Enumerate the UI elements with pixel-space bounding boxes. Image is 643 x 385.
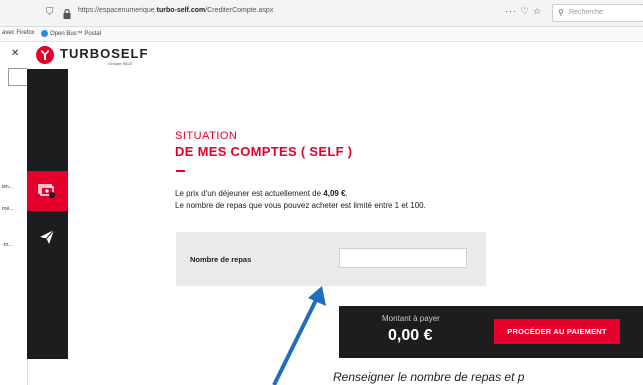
page-title-line2: DE MES COMPTES ( SELF ): [175, 144, 353, 159]
turboself-logo-icon[interactable]: [36, 46, 54, 64]
annotation-arrow: [272, 286, 326, 385]
proceed-payment-button[interactable]: PROCÉDER AU PAIEMENT: [494, 319, 620, 344]
meals-input[interactable]: [339, 248, 467, 268]
sidebar: [27, 69, 68, 359]
url-path: /CrediterCompte.aspx: [205, 7, 274, 14]
shield-icon[interactable]: ⛉: [46, 7, 56, 18]
url-prefix: https://espacenumerique.: [78, 7, 157, 14]
logo-subtitle: Groupe INCB: [108, 61, 133, 66]
page-actions[interactable]: ··· ♡ ☆: [505, 6, 542, 17]
price-end: .: [345, 189, 348, 198]
bookmark-item[interactable]: avec Firefox: [2, 30, 35, 36]
price-info: Le prix d'un déjeuner est actuellement d…: [175, 189, 348, 198]
sliver-text: rné...: [2, 206, 14, 212]
sidebar-item-send[interactable]: [27, 219, 68, 257]
url-domain: turbo-self.com: [156, 7, 206, 14]
payment-bar: Montant à payer 0,00 € PROCÉDER AU PAIEM…: [339, 306, 643, 358]
limit-info: Le nombre de repas que vous pouvez achet…: [175, 201, 426, 210]
side-panel-sliver: ✕ ien... rné... -rn...: [0, 42, 28, 385]
app-header: TURBOSELF Groupe INCB: [27, 42, 643, 69]
title-underline: [176, 170, 185, 172]
bookmark-label: Open Bus™ Postal: [50, 31, 102, 38]
browser-search-box[interactable]: ⚲ Recherche: [552, 4, 643, 22]
sliver-text: -rn...: [2, 242, 13, 248]
money-icon: [38, 184, 55, 198]
sidebar-item-credit-account[interactable]: [27, 171, 68, 211]
annotation-caption: Renseigner le nombre de repas et p: [333, 370, 525, 384]
globe-icon: [41, 30, 48, 37]
sliver-text: ien...: [2, 184, 13, 190]
search-icon: ⚲: [558, 8, 564, 17]
amount-label: Montant à payer: [382, 314, 440, 323]
bookmarks-bar: avec Firefox Open Bus™ Postal: [0, 27, 643, 42]
price-value: 4,09 €: [323, 189, 346, 198]
meals-label: Nombre de repas: [190, 255, 252, 264]
page-title-line1: SITUATION: [175, 130, 238, 142]
meals-form-panel: Nombre de repas: [176, 232, 486, 286]
browser-url-bar: ⛉ https://espacenumerique.turbo-self.com…: [0, 0, 643, 27]
address-field[interactable]: https://espacenumerique.turbo-self.com/C…: [78, 7, 273, 14]
send-icon: [40, 229, 55, 244]
lock-icon: [63, 6, 73, 19]
bookmark-item[interactable]: Open Bus™ Postal: [41, 30, 101, 37]
logo-text: TURBOSELF: [60, 46, 149, 61]
price-text: Le prix d'un déjeuner est actuellement d…: [175, 189, 324, 198]
amount-value: 0,00 €: [388, 327, 433, 344]
search-placeholder: Recherche: [569, 9, 603, 16]
close-icon[interactable]: ✕: [11, 48, 19, 59]
sliver-box: [8, 68, 28, 86]
